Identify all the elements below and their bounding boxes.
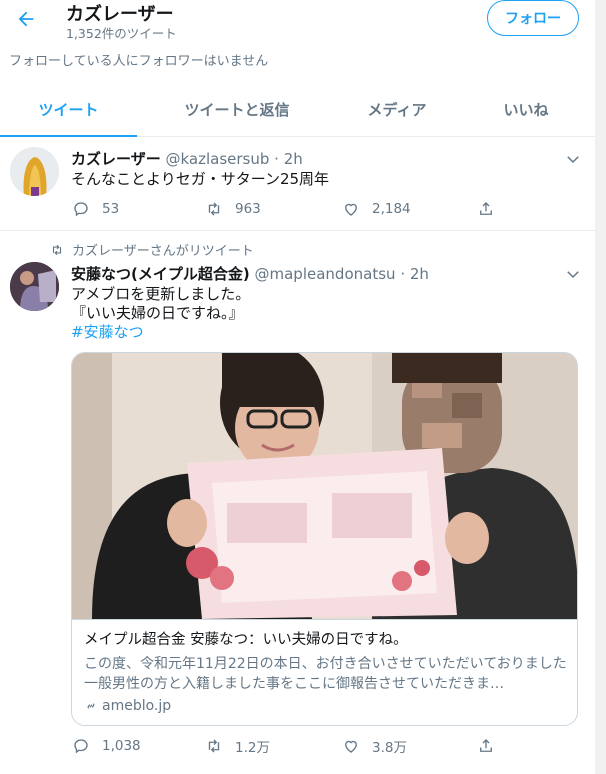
profile-tabs: ツイート ツイートと返信 メディア いいね: [0, 83, 595, 137]
tab-tweets-and-replies[interactable]: ツイートと返信: [137, 83, 337, 136]
tweet-actions: 53 963 2,184: [72, 198, 512, 220]
share-icon: [480, 202, 492, 215]
tab-tweets[interactable]: ツイート: [0, 83, 137, 137]
retweet-context-label[interactable]: カズレーザーさんがリツイート: [72, 240, 254, 259]
like-icon: [345, 740, 357, 753]
tweet[interactable]: カズレーザー @kazlasersub · 2h そんなことよりセガ・サターン2…: [0, 138, 595, 231]
retweet-icon: [208, 739, 220, 753]
link-icon: [87, 703, 95, 709]
avatar[interactable]: [10, 147, 59, 196]
follow-button[interactable]: フォロー: [487, 0, 579, 36]
retweet-icon: [52, 244, 62, 255]
retweet-button[interactable]: 963: [205, 198, 261, 220]
reply-icon: [74, 739, 88, 754]
reply-icon: [74, 202, 88, 217]
tweet-author-handle[interactable]: @mapleandonatsu: [255, 265, 396, 283]
reply-count: 53: [102, 201, 120, 217]
retweet-context: カズレーザーさんがリツイート: [50, 240, 254, 259]
card-link: ameblo.jp: [84, 698, 567, 714]
profile-header: カズレーザー 1,352件のツイート フォロー: [0, 0, 606, 44]
tab-media[interactable]: メディア: [337, 83, 457, 136]
card-image: [72, 353, 577, 619]
tweet-author-handle[interactable]: @kazlasersub: [165, 150, 269, 168]
link-card[interactable]: メイプル超合金 安藤なつ：いい夫婦の日ですね。 この度、令和元年11月22日の本…: [71, 352, 578, 726]
tweet-time[interactable]: 2h: [410, 265, 429, 283]
follow-note: フォローしている人にフォロワーはいません: [9, 54, 269, 69]
retweet-count: 963: [235, 201, 261, 217]
reply-count: 1,038: [102, 738, 141, 754]
tweet-actions: 1,038 1.2万 3.8万: [72, 735, 512, 757]
avatar[interactable]: [10, 262, 59, 311]
tweet-author-name[interactable]: カズレーザー: [71, 150, 161, 168]
tweet-author-name[interactable]: 安藤なつ(メイプル超合金): [71, 265, 250, 283]
tweet-time[interactable]: 2h: [284, 150, 303, 168]
hashtag-link[interactable]: #安藤なつ: [71, 322, 144, 342]
share-icon: [480, 739, 492, 752]
separator-dot: ·: [274, 150, 279, 168]
share-button[interactable]: [477, 198, 495, 220]
back-button[interactable]: [12, 5, 40, 33]
tweet-text-line: 『いい夫婦の日ですね。』: [71, 304, 244, 322]
like-button[interactable]: 3.8万: [342, 735, 407, 757]
back-arrow-icon: [18, 11, 34, 27]
retweet-icon: [208, 202, 220, 216]
tweet-count: 1,352件のツイート: [66, 26, 177, 41]
card-domain: ameblo.jp: [102, 698, 172, 714]
tweet-header: カズレーザー @kazlasersub · 2h: [71, 148, 303, 169]
reply-button[interactable]: 1,038: [72, 735, 141, 757]
scrollbar[interactable]: [595, 0, 606, 774]
chevron-down-icon[interactable]: [564, 150, 582, 168]
tweet-text: そんなことよりセガ・サターン25周年: [71, 170, 330, 188]
separator-dot: ·: [400, 265, 406, 283]
card-body: メイプル超合金 安藤なつ：いい夫婦の日ですね。 この度、令和元年11月22日の本…: [72, 619, 577, 725]
like-button[interactable]: 2,184: [342, 198, 411, 220]
card-description: この度、令和元年11月22日の本日、お付き合いさせていただいておりました一般男性…: [84, 656, 567, 692]
tweet-text-line: アメブロを更新しました。: [71, 285, 251, 303]
like-count: 2,184: [372, 201, 411, 217]
reply-button[interactable]: 53: [72, 198, 119, 220]
like-icon: [345, 203, 357, 216]
retweet-count: 1.2万: [235, 740, 270, 756]
like-count: 3.8万: [372, 740, 407, 756]
card-title: メイプル超合金 安藤なつ：いい夫婦の日ですね。: [84, 632, 408, 648]
retweet-button[interactable]: 1.2万: [205, 735, 270, 757]
tab-likes[interactable]: いいね: [457, 83, 595, 136]
chevron-down-icon[interactable]: [564, 265, 582, 283]
tweet-header: 安藤なつ(メイプル超合金) @mapleandonatsu · 2h: [71, 263, 429, 284]
share-button[interactable]: [477, 735, 495, 757]
